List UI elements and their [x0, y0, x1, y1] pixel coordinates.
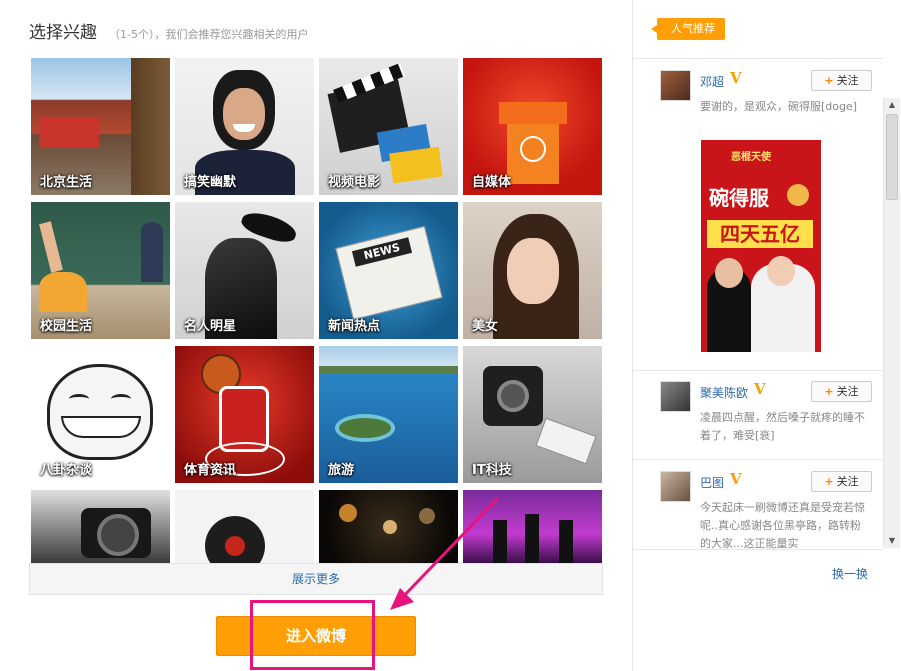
user-post-text: 今天起床一刷微博还真是受宠若惊呢..真心感谢各位黑亭路，路转粉的大家...这正能… — [700, 501, 865, 549]
poster-line1: 碗得服 — [709, 186, 769, 210]
avatar[interactable] — [660, 70, 691, 101]
sidebar-scrollbar[interactable]: ▲ ▼ — [883, 98, 900, 548]
verified-v-icon: V — [730, 470, 742, 488]
list-item-user: 巴图 V + 关注 今天起床一刷微博还真是受宠若惊呢..真心感谢各位黑亭路，路转粉… — [660, 470, 880, 549]
user-post-text: 凌晨四点醒，然后嗓子就疼的睡不着了，难受[衰] — [700, 411, 865, 442]
divider — [633, 459, 883, 460]
scroll-up-icon[interactable]: ▲ — [884, 98, 900, 112]
popular-recommend-tag: 人气推荐 — [651, 18, 725, 40]
scroll-thumb[interactable] — [886, 114, 898, 200]
follow-button[interactable]: + 关注 — [811, 471, 872, 492]
user-name[interactable]: 巴图 — [700, 474, 724, 491]
divider — [633, 549, 883, 550]
interest-selection-page: 选择兴趣 （1-5个），我们会推荐您兴趣相关的用户 北京生活 搞笑幽默 视频电影… — [0, 0, 901, 671]
verified-v-icon: V — [754, 380, 766, 398]
follow-button[interactable]: + 关注 — [811, 70, 872, 91]
avatar[interactable] — [660, 471, 691, 502]
follow-button[interactable]: + 关注 — [811, 381, 872, 402]
avatar[interactable] — [660, 381, 691, 412]
post-image-poster[interactable]: 恶棍天使 碗得服 四天五亿 — [701, 140, 821, 352]
refresh-link[interactable]: 换一换 — [832, 565, 868, 582]
scroll-down-icon[interactable]: ▼ — [884, 534, 900, 548]
list-item-user: 聚美陈欧 V + 关注 凌晨四点醒，然后嗓子就疼的睡不着了，难受[衰] — [660, 380, 880, 461]
poster-logo: 恶棍天使 — [731, 152, 771, 163]
divider — [633, 370, 883, 371]
pointer-arrow-annotation — [390, 496, 500, 610]
user-name[interactable]: 聚美陈欧 — [700, 384, 748, 401]
poster-line2: 四天五亿 — [707, 220, 813, 248]
recommended-users-list: 邓超 V + 关注 要谢的，是观众，碗得服[doge] 恶棍天使 碗得服 四天五亿… — [633, 59, 883, 549]
verified-v-icon: V — [730, 69, 742, 87]
user-name[interactable]: 邓超 — [700, 73, 724, 90]
user-post-text: 要谢的，是观众，碗得服[doge] — [700, 100, 858, 113]
interest-panel: 选择兴趣 （1-5个），我们会推荐您兴趣相关的用户 北京生活 搞笑幽默 视频电影… — [0, 0, 632, 671]
recommend-sidebar: 人气推荐 邓超 V + 关注 要谢的，是观众，碗得服[doge] 恶棍天使 碗得服… — [633, 0, 901, 671]
